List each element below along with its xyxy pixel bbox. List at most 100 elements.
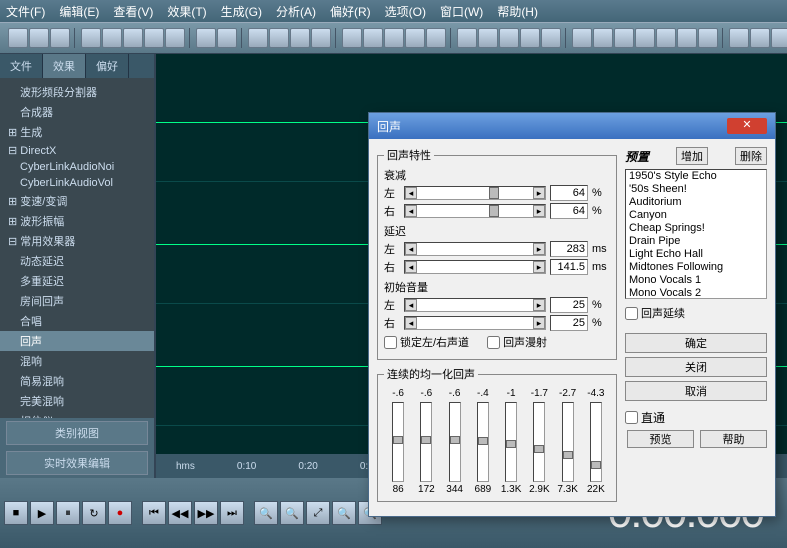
diffuse-checkbox[interactable]: 回声漫射 — [487, 334, 547, 350]
menu-item[interactable]: 效果(T) — [167, 3, 206, 20]
toolbar-btn[interactable] — [144, 28, 164, 48]
toolbar-btn[interactable] — [269, 28, 289, 48]
atten-right-value[interactable]: 64 — [550, 203, 588, 219]
tree-item[interactable]: 动态延迟 — [0, 251, 154, 271]
toolbar-btn[interactable] — [771, 28, 787, 48]
toolbar-btn[interactable] — [614, 28, 634, 48]
init-left-value[interactable]: 25 — [550, 297, 588, 313]
help-button[interactable]: 帮助 — [700, 430, 767, 448]
eq-slider[interactable] — [533, 402, 545, 482]
atten-left-slider[interactable]: ◂▸ — [404, 186, 546, 200]
eq-slider[interactable] — [477, 402, 489, 482]
zoom-out-button[interactable]: 🔍 — [280, 501, 304, 525]
delay-left-slider[interactable]: ◂▸ — [404, 242, 546, 256]
delay-right-value[interactable]: 141.5 — [550, 259, 588, 275]
lock-lr-checkbox[interactable]: 锁定左/右声道 — [384, 334, 469, 350]
tree-item[interactable]: ⊞ 生成 — [0, 122, 154, 142]
preset-item[interactable]: Auditorium — [626, 196, 766, 209]
menu-item[interactable]: 偏好(R) — [330, 3, 371, 20]
toolbar-btn[interactable] — [478, 28, 498, 48]
toolbar-btn[interactable] — [102, 28, 122, 48]
echo-continue-checkbox[interactable]: 回声延续 — [625, 305, 767, 321]
pause-button[interactable]: ⏸ — [56, 501, 80, 525]
loop-button[interactable]: ↻ — [82, 501, 106, 525]
tree-item[interactable]: 房间回声 — [0, 291, 154, 311]
menu-item[interactable]: 分析(A) — [276, 3, 316, 20]
tree-item[interactable]: 完美混响 — [0, 391, 154, 411]
menu-item[interactable]: 窗口(W) — [440, 3, 483, 20]
tree-item[interactable]: 多重延迟 — [0, 271, 154, 291]
toolbar-btn[interactable] — [165, 28, 185, 48]
delay-right-slider[interactable]: ◂▸ — [404, 260, 546, 274]
preset-item[interactable]: 1950's Style Echo — [626, 170, 766, 183]
toolbar-btn[interactable] — [457, 28, 477, 48]
tree-item[interactable]: ⊞ 波形振幅 — [0, 211, 154, 231]
toolbar-btn[interactable] — [290, 28, 310, 48]
tree-item[interactable]: ⊟ 常用效果器 — [0, 231, 154, 251]
toolbar-btn[interactable] — [520, 28, 540, 48]
passthrough-checkbox[interactable]: 直通 — [625, 409, 665, 426]
toolbar-btn[interactable] — [593, 28, 613, 48]
toolbar-btn[interactable] — [572, 28, 592, 48]
menu-item[interactable]: 查看(V) — [113, 3, 153, 20]
tree-item[interactable]: 回声 — [0, 331, 154, 351]
eq-slider[interactable] — [392, 402, 404, 482]
tree-item[interactable]: 合唱 — [0, 311, 154, 331]
eq-slider[interactable] — [590, 402, 602, 482]
toolbar-btn[interactable] — [499, 28, 519, 48]
toolbar-btn[interactable] — [29, 28, 49, 48]
tree-item[interactable]: 相位仪 — [0, 411, 154, 418]
toolbar-btn[interactable] — [698, 28, 718, 48]
toolbar-btn[interactable] — [123, 28, 143, 48]
sidebar-tab[interactable]: 偏好 — [86, 54, 129, 78]
eq-slider[interactable] — [449, 402, 461, 482]
init-left-slider[interactable]: ◂▸ — [404, 298, 546, 312]
rewind-button[interactable]: ◀◀ — [168, 501, 192, 525]
preset-item[interactable]: Canyon — [626, 209, 766, 222]
toolbar-btn[interactable] — [311, 28, 331, 48]
preset-listbox[interactable]: 1950's Style Echo'50s Sheen!AuditoriumCa… — [625, 169, 767, 299]
skip-end-button[interactable]: ⏭ — [220, 501, 244, 525]
preset-item[interactable]: Mono Vocals 2 — [626, 287, 766, 299]
toolbar-btn[interactable] — [677, 28, 697, 48]
toolbar-btn[interactable] — [8, 28, 28, 48]
toolbar-btn[interactable] — [342, 28, 362, 48]
toolbar-btn[interactable] — [196, 28, 216, 48]
toolbar-btn[interactable] — [750, 28, 770, 48]
category-view-button[interactable]: 类别视图 — [6, 421, 148, 445]
sidebar-tab[interactable]: 效果 — [43, 54, 86, 78]
ok-button[interactable]: 确定 — [625, 333, 767, 353]
toolbar-btn[interactable] — [635, 28, 655, 48]
toolbar-btn[interactable] — [656, 28, 676, 48]
play-button[interactable]: ▶ — [30, 501, 54, 525]
dialog-titlebar[interactable]: 回声 ✕ — [369, 113, 775, 139]
menu-item[interactable]: 生成(G) — [221, 3, 262, 20]
atten-right-slider[interactable]: ◂▸ — [404, 204, 546, 218]
tree-item[interactable]: ⊟ DirectX — [0, 142, 154, 159]
toolbar-btn[interactable] — [248, 28, 268, 48]
menu-item[interactable]: 帮助(H) — [497, 3, 538, 20]
tree-item[interactable]: ⊞ 变速/变调 — [0, 191, 154, 211]
sidebar-tab[interactable]: 文件 — [0, 54, 43, 78]
close-icon[interactable]: ✕ — [727, 118, 767, 134]
realtime-edit-button[interactable]: 实时效果编辑 — [6, 451, 148, 475]
preset-item[interactable]: Cheap Springs! — [626, 222, 766, 235]
forward-button[interactable]: ▶▶ — [194, 501, 218, 525]
delay-left-value[interactable]: 283 — [550, 241, 588, 257]
toolbar-btn[interactable] — [405, 28, 425, 48]
tree-item[interactable]: 波形频段分割器 — [0, 82, 154, 102]
tree-item[interactable]: 混响 — [0, 351, 154, 371]
menu-item[interactable]: 文件(F) — [6, 3, 45, 20]
tree-item[interactable]: CyberLinkAudioNoi — [0, 159, 154, 175]
zoom-in-button[interactable]: 🔍 — [254, 501, 278, 525]
toolbar-btn[interactable] — [50, 28, 70, 48]
preset-item[interactable]: Mono Vocals 1 — [626, 274, 766, 287]
preset-item[interactable]: '50s Sheen! — [626, 183, 766, 196]
zoom-fit-button[interactable]: ⤢ — [306, 501, 330, 525]
delete-preset-button[interactable]: 删除 — [735, 147, 767, 165]
toolbar-btn[interactable] — [541, 28, 561, 48]
toolbar-btn[interactable] — [426, 28, 446, 48]
skip-start-button[interactable]: ⏮ — [142, 501, 166, 525]
preset-item[interactable]: Midtones Following — [626, 261, 766, 274]
stop-button[interactable]: ■ — [4, 501, 28, 525]
